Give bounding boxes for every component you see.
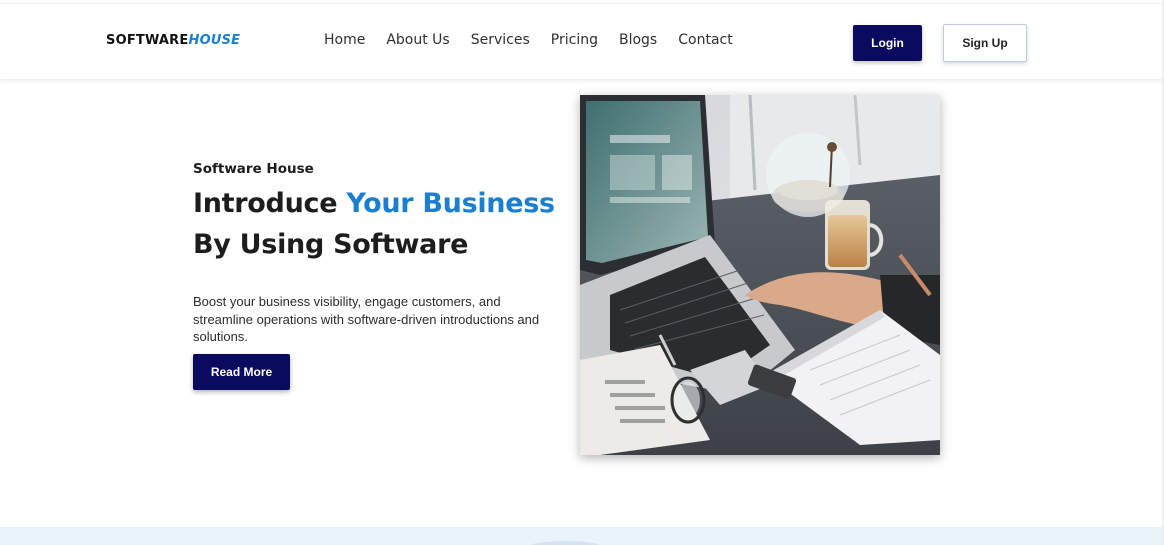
login-button[interactable]: Login bbox=[853, 25, 922, 61]
laptop-workspace-photo-icon bbox=[580, 95, 940, 455]
hero-description: Boost your business visibility, engage c… bbox=[193, 294, 540, 344]
nav-link-home[interactable]: Home bbox=[324, 32, 365, 48]
logo-text-software: SOFTWARE bbox=[106, 33, 189, 48]
next-section-decoration bbox=[530, 541, 600, 545]
main-nav: Home About Us Services Pricing Blogs Con… bbox=[324, 32, 754, 48]
hero-eyebrow: Software House bbox=[193, 161, 314, 177]
nav-link-pricing[interactable]: Pricing bbox=[551, 32, 598, 48]
logo-text-house: HOUSE bbox=[188, 33, 241, 48]
headline-accent: Your Business bbox=[346, 188, 555, 219]
site-logo[interactable]: SOFTWAREHOUSE bbox=[106, 33, 240, 48]
headline-line2: By Using Software bbox=[193, 229, 469, 260]
nav-link-about-us[interactable]: About Us bbox=[386, 32, 449, 48]
hero-headline: Introduce Your Business By Using Softwar… bbox=[193, 183, 555, 265]
nav-link-contact[interactable]: Contact bbox=[678, 32, 732, 48]
hero-image bbox=[580, 95, 940, 455]
nav-link-services[interactable]: Services bbox=[471, 32, 530, 48]
signup-button[interactable]: Sign Up bbox=[943, 24, 1027, 62]
navbar: SOFTWAREHOUSE Home About Us Services Pri… bbox=[0, 3, 1164, 79]
read-more-button[interactable]: Read More bbox=[193, 354, 290, 390]
headline-text: Introduce bbox=[193, 188, 347, 219]
next-section-strip bbox=[0, 527, 1164, 545]
nav-link-blogs[interactable]: Blogs bbox=[619, 32, 657, 48]
